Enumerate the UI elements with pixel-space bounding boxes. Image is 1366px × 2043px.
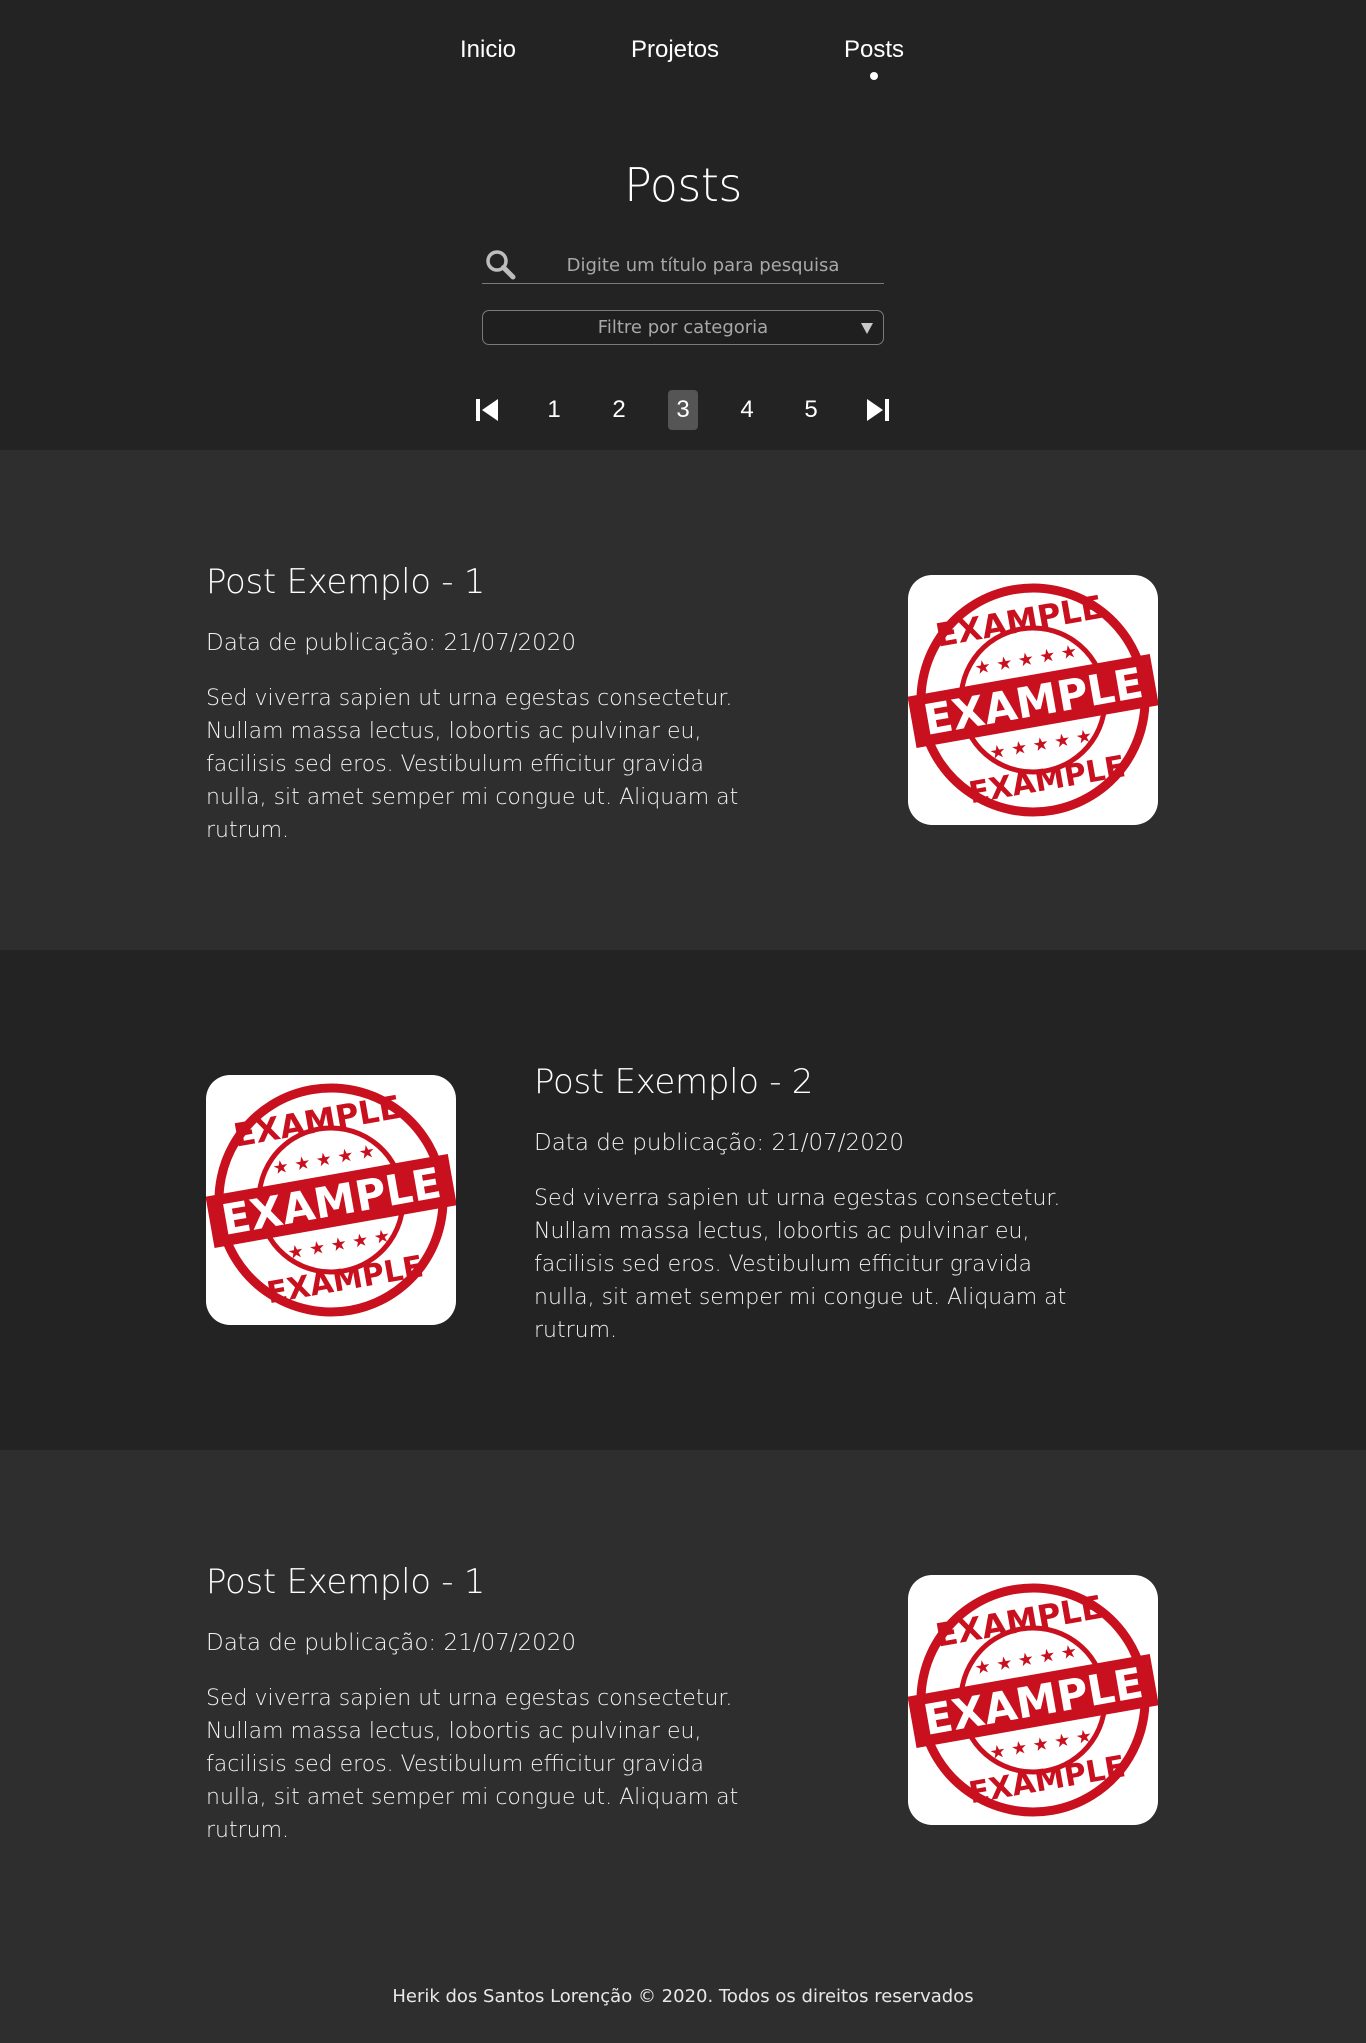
category-select-value: Filtre por categoria (597, 317, 769, 338)
last-page-button[interactable] (863, 390, 893, 430)
pagination: 1 2 3 4 5 (0, 390, 1366, 430)
page-title: Posts (624, 158, 742, 212)
page-button-1[interactable]: 1 (539, 390, 569, 430)
post-excerpt: Sed viverra sapien ut urna egestas conse… (534, 1186, 1067, 1343)
search-input[interactable] (526, 250, 880, 280)
stamp-middle-text: EXAMPLE (920, 658, 1147, 745)
post-thumbnail[interactable]: EXAMPLE ★ ★ ★ ★ ★ EXAMPLE ★ ★ ★ ★ ★ EXAM… (206, 1075, 456, 1325)
post-thumbnail[interactable]: EXAMPLE ★ ★ ★ ★ ★ EXAMPLE ★ ★ ★ ★ ★ EXAM… (908, 575, 1158, 825)
category-select[interactable]: Filtre por categoria (482, 310, 884, 345)
active-indicator-dot (870, 72, 879, 80)
nav-item-posts-label: Posts (844, 36, 905, 63)
nav-item-posts[interactable]: Posts (844, 36, 904, 80)
post-card: EXAMPLE ★ ★ ★ ★ ★ EXAMPLE ★ ★ ★ ★ ★ EXAM… (0, 950, 1366, 1450)
page-button-2[interactable]: 2 (604, 390, 634, 430)
example-stamp-image: EXAMPLE ★ ★ ★ ★ ★ EXAMPLE ★ ★ ★ ★ ★ EXAM… (908, 1583, 1158, 1817)
post-date: Data de publicação: 21/07/2020 (534, 1130, 905, 1156)
post-card: Post Exemplo - 1 Data de publicação: 21/… (0, 1450, 1366, 1950)
post-title[interactable]: Post Exemplo - 1 (206, 562, 766, 602)
search-icon[interactable] (484, 248, 516, 280)
first-page-icon (476, 399, 498, 421)
example-stamp-image: EXAMPLE ★ ★ ★ ★ ★ EXAMPLE ★ ★ ★ ★ ★ EXAM… (908, 583, 1158, 817)
post-date: Data de publicação: 21/07/2020 (206, 1630, 577, 1656)
post-card: Post Exemplo - 1 Data de publicação: 21/… (0, 450, 1366, 950)
post-title[interactable]: Post Exemplo - 2 (534, 1062, 1094, 1102)
search-bar (482, 246, 884, 284)
caret-down-icon (861, 323, 873, 334)
post-thumbnail[interactable]: EXAMPLE ★ ★ ★ ★ ★ EXAMPLE ★ ★ ★ ★ ★ EXAM… (908, 1575, 1158, 1825)
last-page-icon (867, 399, 889, 421)
footer: Herik dos Santos Lorenção © 2020. Todos … (0, 1950, 1366, 2043)
first-page-button[interactable] (472, 390, 502, 430)
header: Inicio Projetos Posts Posts Filtre por c… (0, 0, 1366, 450)
page-button-5[interactable]: 5 (796, 390, 826, 430)
stamp-middle-text: EXAMPLE (920, 1658, 1147, 1745)
footer-copyright: Herik dos Santos Lorenção © 2020. Todos … (392, 1986, 974, 2007)
post-excerpt: Sed viverra sapien ut urna egestas conse… (206, 686, 739, 843)
example-stamp-image: EXAMPLE ★ ★ ★ ★ ★ EXAMPLE ★ ★ ★ ★ ★ EXAM… (206, 1083, 456, 1317)
page-button-4[interactable]: 4 (732, 390, 762, 430)
main-nav: Inicio Projetos Posts (0, 36, 1366, 96)
nav-item-inicio[interactable]: Inicio (460, 36, 516, 64)
post-title[interactable]: Post Exemplo - 1 (206, 1562, 766, 1602)
stamp-middle-text: EXAMPLE (218, 1158, 445, 1245)
post-date: Data de publicação: 21/07/2020 (206, 630, 577, 656)
page-button-3-current[interactable]: 3 (668, 390, 698, 430)
nav-item-projetos[interactable]: Projetos (631, 36, 719, 64)
post-excerpt: Sed viverra sapien ut urna egestas conse… (206, 1686, 739, 1843)
